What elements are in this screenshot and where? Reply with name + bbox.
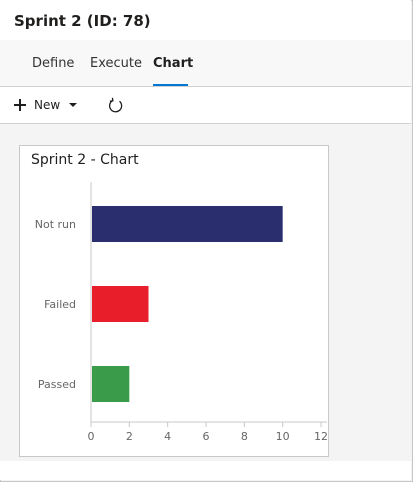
plus-icon bbox=[14, 99, 26, 111]
caret-down-icon[interactable] bbox=[69, 103, 78, 107]
page-header: Sprint 2 (ID: 78) bbox=[0, 0, 411, 40]
x-tick-label: 0 bbox=[88, 430, 95, 443]
new-button[interactable]: New bbox=[14, 95, 78, 115]
category-label: Failed bbox=[44, 298, 76, 311]
x-tick-label: 6 bbox=[203, 430, 210, 443]
chart-card: Sprint 2 - Chart 0 2 4 6 8 10 12 Not run Failed P… bbox=[19, 145, 329, 457]
bar-passed[interactable] bbox=[92, 366, 130, 402]
bar-not-run[interactable] bbox=[92, 206, 283, 242]
x-tick-label: 10 bbox=[276, 430, 290, 443]
page-title: Sprint 2 (ID: 78) bbox=[14, 12, 151, 30]
new-button-label: New bbox=[34, 98, 61, 112]
tab-execute[interactable]: Execute bbox=[90, 56, 142, 71]
bar-chart: 0 2 4 6 8 10 12 Not run Failed Passed bbox=[35, 182, 328, 443]
tab-bar: Define Execute Chart bbox=[0, 40, 411, 86]
footer bbox=[0, 461, 411, 480]
refresh-button[interactable] bbox=[106, 96, 126, 116]
x-tick-label: 8 bbox=[241, 430, 248, 443]
category-label: Passed bbox=[38, 378, 76, 391]
category-label: Not run bbox=[35, 218, 76, 231]
toolbar: New bbox=[0, 86, 411, 124]
refresh-icon bbox=[108, 97, 123, 113]
tab-chart[interactable]: Chart bbox=[153, 56, 193, 71]
x-tick-label: 12 bbox=[314, 430, 328, 443]
x-tick-label: 2 bbox=[126, 430, 133, 443]
tab-define[interactable]: Define bbox=[32, 56, 74, 71]
x-tick-label: 4 bbox=[164, 430, 171, 443]
bar-failed[interactable] bbox=[92, 286, 149, 322]
